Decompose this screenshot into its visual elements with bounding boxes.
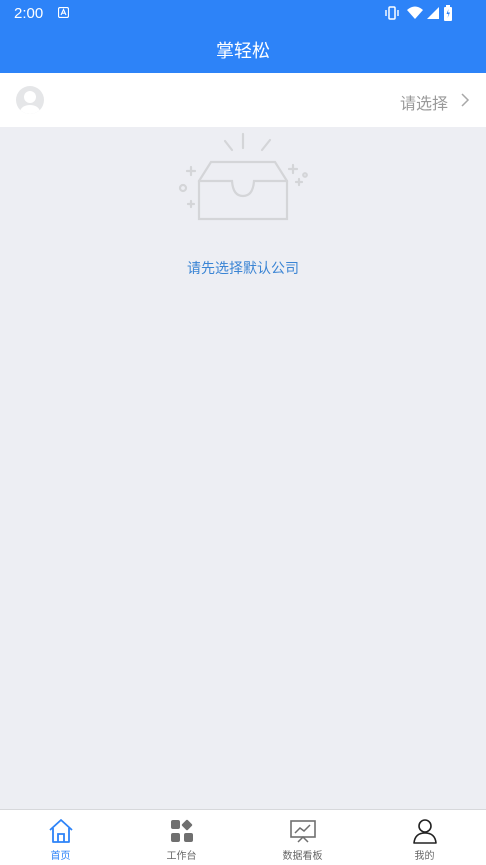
- tab-home[interactable]: 首页: [0, 810, 121, 865]
- status-bar: 2:00: [0, 0, 486, 26]
- wifi-icon: [407, 6, 423, 19]
- chevron-right-icon: [461, 93, 470, 107]
- notification-app-icon: [58, 7, 69, 18]
- page-title: 掌轻松: [216, 41, 270, 62]
- signal-icon: [427, 7, 439, 19]
- tab-workbench[interactable]: 工作台: [121, 810, 242, 865]
- tab-label: 我的: [414, 851, 435, 862]
- tab-label: 数据看板: [282, 851, 323, 862]
- tab-dashboard[interactable]: 数据看板: [242, 810, 363, 865]
- empty-state-message: 请先选择默认公司: [187, 261, 299, 277]
- default-avatar-icon: [20, 91, 40, 114]
- empty-inbox-icon: [178, 132, 308, 221]
- status-time: 2:00: [14, 5, 44, 22]
- tab-label: 首页: [50, 851, 71, 862]
- company-select-placeholder: 请选择: [399, 94, 448, 113]
- vibrate-icon: [385, 6, 399, 20]
- home-icon: [48, 819, 73, 843]
- company-selector[interactable]: 请选择: [0, 73, 486, 127]
- avatar: [16, 86, 44, 114]
- battery-icon: [444, 5, 452, 21]
- apps-grid-icon: [170, 819, 193, 842]
- status-icons: [382, 5, 472, 21]
- bottom-tab-bar: 首页 工作台 数据看板 我的: [0, 809, 486, 865]
- person-icon: [412, 819, 437, 844]
- tab-mine[interactable]: 我的: [364, 810, 485, 865]
- dashboard-chart-icon: [289, 820, 316, 843]
- tab-label: 工作台: [166, 851, 197, 862]
- top-app-bar: 2:00 掌轻松: [0, 0, 486, 73]
